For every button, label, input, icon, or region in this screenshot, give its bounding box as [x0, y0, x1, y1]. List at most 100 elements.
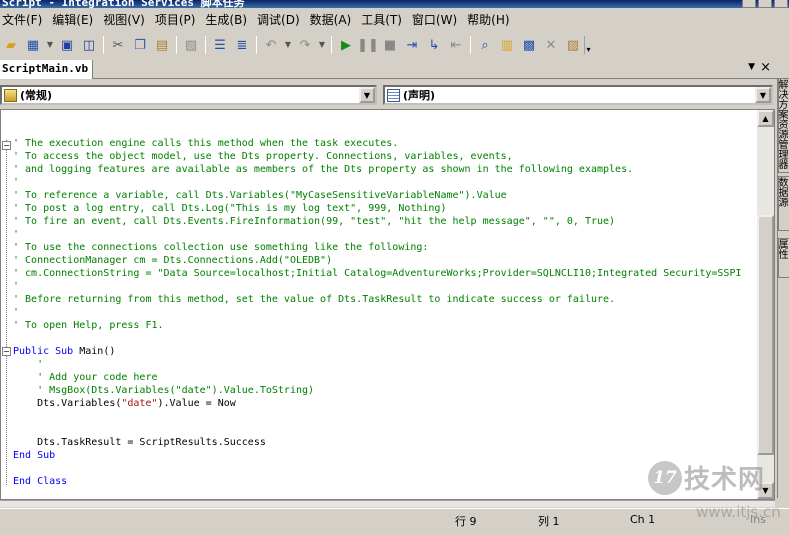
class-name-dropdown[interactable]: (常规) ▼	[0, 85, 377, 105]
save-icon[interactable]: ▣	[56, 35, 78, 55]
class-name-value: (常规)	[20, 89, 53, 102]
status-line: 行 9	[455, 515, 477, 528]
pause-icon[interactable]: ❚❚	[357, 35, 379, 55]
code-line[interactable]: ' Before returning from this method, set…	[13, 293, 758, 306]
find-in-files-icon[interactable]: ⌕	[474, 35, 496, 55]
method-name-value: (声明)	[403, 89, 436, 102]
close-window-button[interactable]	[774, 0, 788, 8]
chevron-down-icon[interactable]: ▼	[755, 87, 771, 103]
code-line[interactable]: '	[13, 176, 758, 189]
scroll-up-icon[interactable]: ▲	[757, 110, 774, 127]
code-line[interactable]: ' To use the connections collection use …	[13, 241, 758, 254]
toolbar-separator	[103, 36, 104, 54]
code-token-kw: Public Sub	[13, 346, 80, 357]
close-tab-icon[interactable]: ×	[760, 60, 771, 75]
code-editor[interactable]: − − ' The execution engine calls this me…	[0, 109, 775, 500]
undo-icon[interactable]: ↶	[260, 35, 282, 55]
code-line[interactable]: ' and logging features are available as …	[13, 163, 758, 176]
dock-tab-properties[interactable]: 属性	[778, 238, 789, 278]
add-item-icon[interactable]: ▦	[22, 35, 44, 55]
vertical-scrollbar[interactable]: ▲ ▼	[757, 110, 774, 499]
redo-icon[interactable]: ↷	[294, 35, 316, 55]
toolbar-separator	[256, 36, 257, 54]
menu-project[interactable]: 项目(P)	[151, 11, 202, 28]
paste-icon[interactable]: ▤	[151, 35, 173, 55]
redo-dropdown-icon[interactable]: ▼	[316, 35, 328, 55]
dock-tab-solution-explorer[interactable]: 解决方案资源管理器	[778, 78, 789, 173]
code-token-comment: ' MsgBox(Dts.Variables("date").Value.ToS…	[13, 385, 315, 396]
code-line[interactable]: Dts.Variables("date").Value = Now	[13, 397, 758, 410]
code-line[interactable]: ' MsgBox(Dts.Variables("date").Value.ToS…	[13, 384, 758, 397]
menu-tools[interactable]: 工具(T)	[357, 11, 408, 28]
menu-help[interactable]: 帮助(H)	[463, 11, 515, 28]
tab-scriptmain-vb[interactable]: ScriptMain.vb	[0, 60, 94, 79]
menu-view[interactable]: 视图(V)	[99, 11, 151, 28]
indent-icon[interactable]: ☰	[209, 35, 231, 55]
code-line[interactable]	[13, 332, 758, 345]
add-item-dropdown-icon[interactable]: ▼	[44, 35, 56, 55]
side-dock: 解决方案资源管理器 数据源 属性	[777, 78, 789, 498]
code-line[interactable]: ' To fire an event, call Dts.Events.Fire…	[13, 215, 758, 228]
outdent-icon[interactable]: ≣	[231, 35, 253, 55]
active-files-dropdown-icon[interactable]: ▼	[748, 62, 755, 72]
find-icon[interactable]: ▧	[180, 35, 202, 55]
code-token-comment: ' Add your code here	[13, 372, 158, 383]
toolbar-separator	[176, 36, 177, 54]
code-line[interactable]	[13, 423, 758, 436]
code-line[interactable]: Dts.TaskResult = ScriptResults.Success	[13, 436, 758, 449]
code-line[interactable]: ' ConnectionManager cm = Dts.Connections…	[13, 254, 758, 267]
undo-dropdown-icon[interactable]: ▼	[282, 35, 294, 55]
step-out-icon[interactable]: ⇤	[445, 35, 467, 55]
code-text[interactable]: ' The execution engine calls this method…	[13, 137, 758, 488]
code-line[interactable]: ' To post a log entry, call Dts.Log("Thi…	[13, 202, 758, 215]
open-folder-icon[interactable]: ▰	[0, 35, 22, 55]
properties-icon[interactable]: ▥	[496, 35, 518, 55]
code-token-comment: ' To access the object model, use the Dt…	[13, 151, 513, 162]
code-line[interactable]: '	[13, 228, 758, 241]
menu-debug[interactable]: 调试(D)	[253, 11, 306, 28]
object-browser-icon[interactable]: ▩	[518, 35, 540, 55]
code-line[interactable]: ' To access the object model, use the Dt…	[13, 150, 758, 163]
code-token-comment: ' To open Help, press F1.	[13, 320, 164, 331]
cut-icon[interactable]: ✂	[107, 35, 129, 55]
menu-data[interactable]: 数据(A)	[306, 11, 358, 28]
scroll-thumb[interactable]	[757, 215, 774, 455]
stop-icon[interactable]: ■	[379, 35, 401, 55]
chevron-down-icon[interactable]: ▼	[359, 87, 375, 103]
code-line[interactable]: ' Add your code here	[13, 371, 758, 384]
start-debugging-icon[interactable]: ▶	[335, 35, 357, 55]
step-over-icon[interactable]: ↳	[423, 35, 445, 55]
toolbox-icon[interactable]: ✕	[540, 35, 562, 55]
menu-edit[interactable]: 编辑(E)	[48, 11, 99, 28]
code-line[interactable]: '	[13, 358, 758, 371]
code-token-plain: ).Value = Now	[157, 398, 236, 409]
method-name-dropdown[interactable]: (声明) ▼	[383, 85, 773, 105]
menu-build[interactable]: 生成(B)	[201, 11, 253, 28]
toolbar-overflow-icon[interactable]: ▾	[584, 36, 592, 54]
code-line[interactable]: ' To open Help, press F1.	[13, 319, 758, 332]
code-token-comment: '	[13, 307, 20, 318]
code-line[interactable]: ' To reference a variable, call Dts.Vari…	[13, 189, 758, 202]
menu-window[interactable]: 窗口(W)	[408, 11, 463, 28]
code-line[interactable]: ' The execution engine calls this method…	[13, 137, 758, 150]
outline-guide	[6, 140, 7, 485]
status-column: 列 1	[538, 515, 560, 528]
code-line[interactable]: ' cm.ConnectionString = "Data Source=loc…	[13, 267, 758, 280]
minimize-button[interactable]	[742, 0, 756, 8]
menu-file[interactable]: 文件(F)	[0, 11, 48, 28]
code-line[interactable]: '	[13, 280, 758, 293]
save-all-icon[interactable]: ◫	[78, 35, 100, 55]
site-watermark: 17 技术网 www.itjs.cn	[640, 455, 781, 530]
copy-icon[interactable]: ❐	[129, 35, 151, 55]
step-into-icon[interactable]: ⇥	[401, 35, 423, 55]
dock-tab-data-sources[interactable]: 数据源	[778, 176, 789, 231]
maximize-button[interactable]	[758, 0, 772, 8]
code-token-kw: End Class	[13, 476, 68, 487]
code-line[interactable]: '	[13, 306, 758, 319]
collapse-sub-main-icon[interactable]: −	[2, 347, 11, 356]
code-token-comment: '	[13, 229, 20, 240]
code-line[interactable]	[13, 410, 758, 423]
collapse-comment-icon[interactable]: −	[2, 141, 11, 150]
code-line[interactable]: Public Sub Main()	[13, 345, 758, 358]
options-icon[interactable]: ▨	[562, 35, 584, 55]
